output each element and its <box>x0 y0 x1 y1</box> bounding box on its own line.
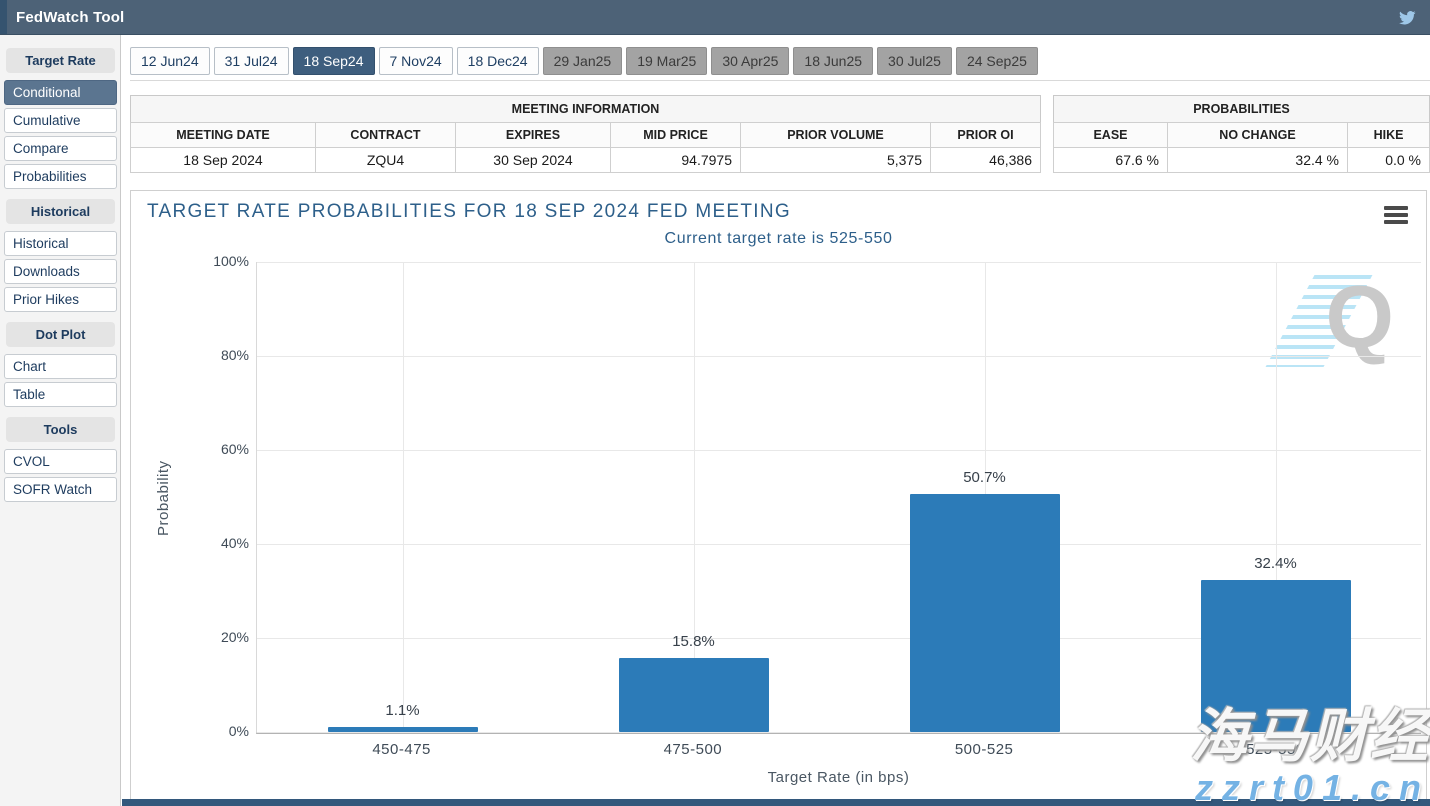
chart-subtitle: Current target rate is 525-550 <box>131 230 1426 248</box>
tab-31-jul24[interactable]: 31 Jul24 <box>214 47 289 75</box>
tab-18-dec24[interactable]: 18 Dec24 <box>457 47 539 75</box>
col-hike: HIKE <box>1348 123 1430 148</box>
tab-30-jul25[interactable]: 30 Jul25 <box>877 47 952 75</box>
chart-category-450-475: 1.1% <box>257 262 548 732</box>
sidebar-item-cvol[interactable]: CVOL <box>4 449 117 474</box>
bar-value-label: 32.4% <box>1130 555 1421 572</box>
bar-525-550[interactable] <box>1201 580 1351 732</box>
ease-value: 67.6 % <box>1054 148 1168 173</box>
col-prior-oi: PRIOR OI <box>931 123 1041 148</box>
sidebar-section-target-rate: Target Rate <box>6 48 115 73</box>
sidebar-item-sofr-watch[interactable]: SOFR Watch <box>4 477 117 502</box>
app-title: FedWatch Tool <box>16 9 124 26</box>
table-row: 18 Sep 2024 ZQU4 30 Sep 2024 94.7975 5,3… <box>131 148 1041 173</box>
plot-area: 1.1% 15.8% 50.7% 32.4% <box>256 262 1421 734</box>
probabilities-table: PROBABILITIES EASE NO CHANGE HIKE 67.6 %… <box>1053 95 1430 173</box>
sidebar-section-tools: Tools <box>6 417 115 442</box>
chart-category-500-525: 50.7% <box>839 262 1130 732</box>
prior-volume-value: 5,375 <box>741 148 931 173</box>
col-contract: CONTRACT <box>316 123 456 148</box>
x-axis-title: Target Rate (in bps) <box>256 769 1421 786</box>
header-accent <box>0 0 7 34</box>
y-gridline <box>257 732 1421 733</box>
bar-500-525[interactable] <box>910 494 1060 732</box>
meeting-date-value: 18 Sep 2024 <box>131 148 316 173</box>
footer-bar <box>122 799 1430 806</box>
sidebar-item-table[interactable]: Table <box>4 382 117 407</box>
tab-18-sep24[interactable]: 18 Sep24 <box>293 47 375 75</box>
sidebar-item-downloads[interactable]: Downloads <box>4 259 117 284</box>
sidebar: Target Rate Conditional Cumulative Compa… <box>0 35 121 806</box>
tab-18-jun25[interactable]: 18 Jun25 <box>793 47 873 75</box>
x-axis-labels: 450-475 475-500 500-525 525-550 <box>256 741 1421 758</box>
meeting-information-table: MEETING INFORMATION MEETING DATE CONTRAC… <box>130 95 1041 173</box>
bar-value-label: 1.1% <box>257 702 548 719</box>
col-meeting-date: MEETING DATE <box>131 123 316 148</box>
table-header-row: EASE NO CHANGE HIKE <box>1054 123 1430 148</box>
expires-value: 30 Sep 2024 <box>456 148 611 173</box>
x-tick-500-525: 500-525 <box>839 741 1130 758</box>
tab-24-sep25[interactable]: 24 Sep25 <box>956 47 1038 75</box>
col-expires: EXPIRES <box>456 123 611 148</box>
main-content: 12 Jun24 31 Jul24 18 Sep24 7 Nov24 18 De… <box>121 35 1430 806</box>
no-change-value: 32.4 % <box>1168 148 1348 173</box>
bar-475-500[interactable] <box>619 658 769 732</box>
chart-menu-icon[interactable] <box>1384 206 1408 227</box>
bar-value-label: 15.8% <box>548 633 839 650</box>
sidebar-item-cumulative[interactable]: Cumulative <box>4 108 117 133</box>
y-axis-title: Probability <box>155 262 172 734</box>
col-no-change: NO CHANGE <box>1168 123 1348 148</box>
col-ease: EASE <box>1054 123 1168 148</box>
chart-category-525-550: 32.4% <box>1130 262 1421 732</box>
sidebar-item-probabilities[interactable]: Probabilities <box>4 164 117 189</box>
meeting-information-title: MEETING INFORMATION <box>130 95 1041 122</box>
y-tick-label: 80% <box>193 347 249 363</box>
sidebar-section-dot-plot: Dot Plot <box>6 322 115 347</box>
x-tick-525-550: 525-550 <box>1130 741 1421 758</box>
sidebar-section-historical: Historical <box>6 199 115 224</box>
col-prior-volume: PRIOR VOLUME <box>741 123 931 148</box>
col-mid-price: MID PRICE <box>611 123 741 148</box>
bar-450-475[interactable] <box>328 727 478 732</box>
tab-12-jun24[interactable]: 12 Jun24 <box>130 47 210 75</box>
tab-29-jan25[interactable]: 29 Jan25 <box>543 47 623 75</box>
twitter-icon[interactable] <box>1394 6 1420 30</box>
sidebar-item-compare[interactable]: Compare <box>4 136 117 161</box>
x-tick-450-475: 450-475 <box>256 741 547 758</box>
chart-title: TARGET RATE PROBABILITIES FOR 18 SEP 202… <box>147 201 791 223</box>
y-tick-label: 0% <box>193 723 249 739</box>
x-tick-475-500: 475-500 <box>547 741 838 758</box>
table-row: 67.6 % 32.4 % 0.0 % <box>1054 148 1430 173</box>
tab-30-apr25[interactable]: 30 Apr25 <box>711 47 789 75</box>
chart-category-475-500: 15.8% <box>548 262 839 732</box>
sidebar-item-historical[interactable]: Historical <box>4 231 117 256</box>
y-tick-label: 20% <box>193 629 249 645</box>
sidebar-item-conditional[interactable]: Conditional <box>4 80 117 105</box>
table-header-row: MEETING DATE CONTRACT EXPIRES MID PRICE … <box>131 123 1041 148</box>
y-tick-label: 100% <box>193 253 249 269</box>
meeting-tabs: 12 Jun24 31 Jul24 18 Sep24 7 Nov24 18 De… <box>130 47 1430 81</box>
sidebar-item-prior-hikes[interactable]: Prior Hikes <box>4 287 117 312</box>
bar-value-label: 50.7% <box>839 469 1130 486</box>
tab-19-mar25[interactable]: 19 Mar25 <box>626 47 707 75</box>
y-tick-label: 40% <box>193 535 249 551</box>
mid-price-value: 94.7975 <box>611 148 741 173</box>
tab-7-nov24[interactable]: 7 Nov24 <box>379 47 453 75</box>
hike-value: 0.0 % <box>1348 148 1430 173</box>
probability-chart: TARGET RATE PROBABILITIES FOR 18 SEP 202… <box>130 190 1427 801</box>
contract-value: ZQU4 <box>316 148 456 173</box>
category-row: 1.1% 15.8% 50.7% 32.4% <box>257 262 1421 732</box>
sidebar-item-chart[interactable]: Chart <box>4 354 117 379</box>
y-tick-label: 60% <box>193 441 249 457</box>
prior-oi-value: 46,386 <box>931 148 1041 173</box>
app-header: FedWatch Tool <box>0 0 1430 35</box>
probabilities-title: PROBABILITIES <box>1053 95 1430 122</box>
info-tables: MEETING INFORMATION MEETING DATE CONTRAC… <box>130 95 1430 173</box>
